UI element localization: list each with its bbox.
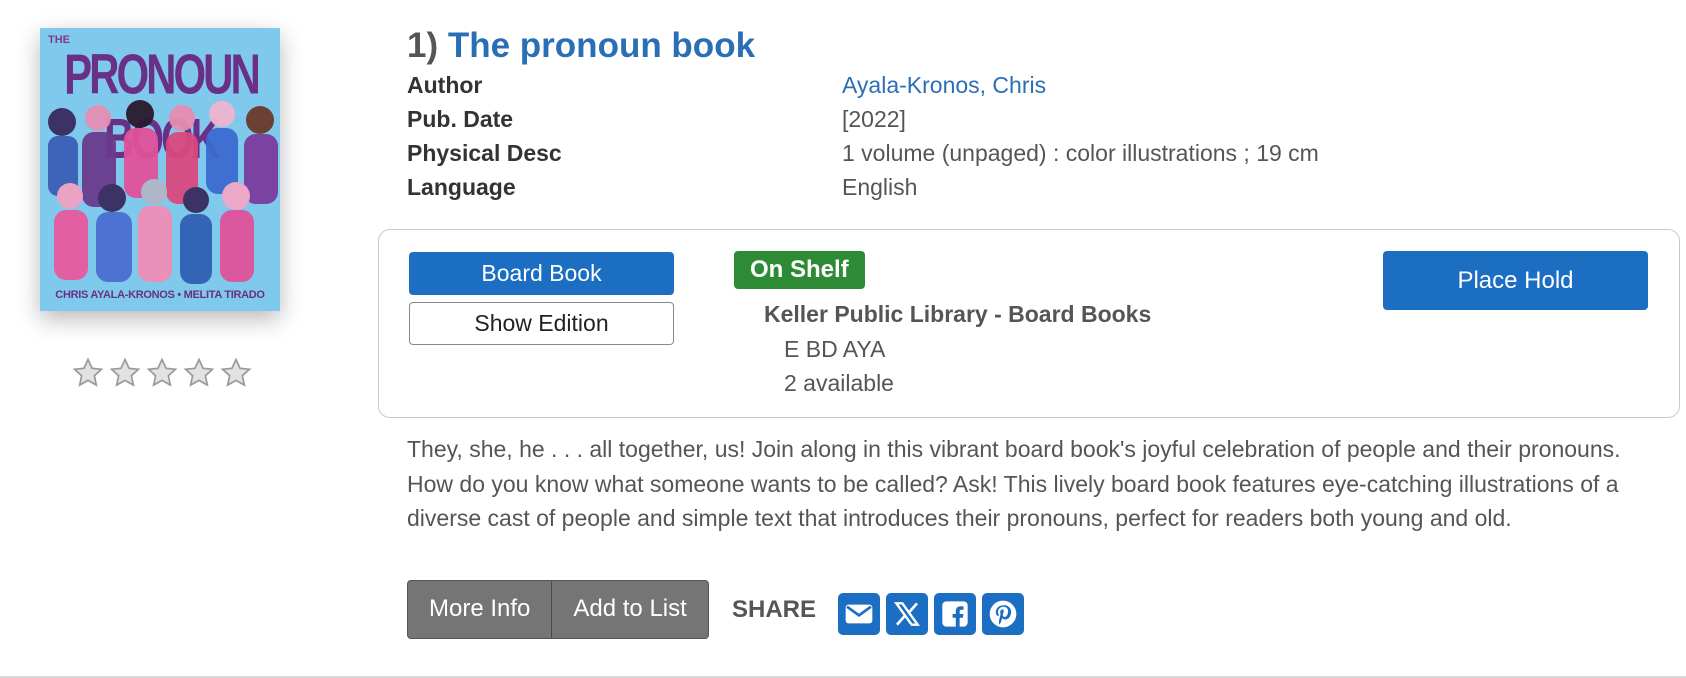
branch-location: Keller Public Library - Board Books (764, 301, 1152, 327)
star-empty-icon[interactable] (218, 356, 254, 390)
star-empty-icon[interactable] (144, 356, 180, 390)
action-button-group: More Info Add to List (407, 580, 709, 639)
detail-row-language: Language English (407, 170, 1319, 204)
facebook-icon[interactable] (934, 593, 976, 635)
detail-value: English (842, 174, 918, 200)
detail-label: Pub. Date (407, 106, 514, 132)
detail-label: Author (407, 72, 483, 98)
detail-label: Physical Desc (407, 140, 562, 166)
place-hold-button[interactable]: Place Hold (1383, 251, 1648, 310)
detail-value: 1 volume (unpaged) : color illustrations… (842, 140, 1319, 166)
detail-row-pub-date: Pub. Date [2022] (407, 102, 1319, 136)
share-label: SHARE (732, 596, 817, 623)
email-icon[interactable] (838, 593, 880, 635)
star-empty-icon[interactable] (107, 356, 143, 390)
book-details: Author Ayala-Kronos, Chris Pub. Date [20… (407, 68, 1319, 204)
show-edition-button[interactable]: Show Edition (409, 302, 674, 345)
author-link[interactable]: Ayala-Kronos, Chris (842, 68, 1046, 102)
format-button[interactable]: Board Book (409, 252, 674, 295)
detail-value: [2022] (842, 106, 906, 132)
detail-row-physical-desc: Physical Desc 1 volume (unpaged) : color… (407, 136, 1319, 170)
available-count: 2 available (784, 370, 894, 396)
star-empty-icon[interactable] (181, 356, 217, 390)
book-description: They, she, he . . . all together, us! Jo… (407, 436, 1621, 531)
result-title: 1) The pronoun book (407, 26, 755, 66)
star-empty-icon[interactable] (70, 356, 106, 390)
add-to-list-button[interactable]: Add to List (551, 581, 707, 638)
star-rating[interactable] (70, 356, 254, 390)
cover-art: THE PRONOUN BOOK CHRIS AYALA-KRONOS • ME… (40, 28, 280, 311)
pinterest-icon[interactable] (982, 593, 1024, 635)
detail-row-author: Author Ayala-Kronos, Chris (407, 68, 1319, 102)
call-number: E BD AYA (784, 336, 886, 362)
detail-label: Language (407, 174, 516, 200)
x-twitter-icon[interactable] (886, 593, 928, 635)
status-badge: On Shelf (734, 251, 865, 289)
more-info-button[interactable]: More Info (408, 581, 551, 638)
book-title-link[interactable]: The pronoun book (448, 26, 755, 65)
share-icons (838, 593, 1024, 635)
book-cover-image[interactable]: THE PRONOUN BOOK CHRIS AYALA-KRONOS • ME… (40, 28, 280, 311)
result-number: 1) (407, 26, 439, 65)
cover-authors: CHRIS AYALA-KRONOS • MELITA TIRADO (55, 289, 265, 301)
cover-illustration (48, 100, 278, 284)
